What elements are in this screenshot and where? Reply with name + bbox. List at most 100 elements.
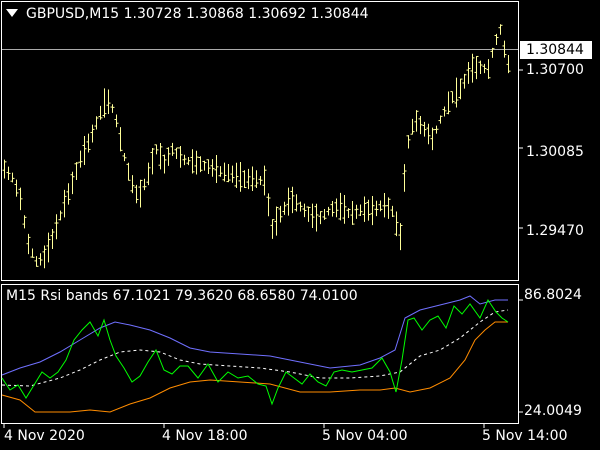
price-bar [262,165,267,196]
price-bar [418,116,423,135]
price-bar [226,164,231,183]
price-bar [422,121,427,137]
price-bar [494,33,499,46]
price-bar [326,206,331,216]
price-bar [394,211,399,237]
indicator-frame [1,284,519,424]
price-bar [98,105,103,120]
price-bar [166,147,171,166]
price-bar [290,186,295,214]
time-label-1: 4 Nov 2020 [4,428,85,444]
price-bar [70,171,75,195]
price-bar [230,165,235,183]
price-bar [458,78,463,100]
price-bar [82,136,87,166]
price-bar [218,166,223,177]
price-bar [146,162,151,186]
price-bar [306,206,311,222]
price-bar [314,203,319,232]
price-label-3: 1.29470 [526,223,584,239]
price-bar [222,162,227,182]
price-bar [506,55,511,74]
price-bar [2,159,7,179]
price-bar [346,208,351,219]
axis-ticks [3,69,523,428]
price-bar [318,211,323,225]
price-bar [390,205,395,218]
price-bar [138,179,143,208]
price-bar [66,183,71,205]
price-bar [202,160,207,171]
indicator-max-label: 86.8024 [524,287,582,303]
rsi-bands-lines [1,295,509,413]
price-bar [162,154,167,174]
price-bar [258,175,263,186]
price-bar [50,228,55,250]
price-label-1: 1.30700 [526,62,584,78]
price-bar [130,175,135,194]
price-bar [298,201,303,212]
price-bar [350,201,355,225]
price-bar [250,166,255,192]
current-price-tag: 1.30844 [520,41,592,59]
price-bar [278,205,283,223]
price-bar [194,150,199,175]
price-bar [286,187,291,216]
price-bar [198,156,203,173]
price-bar [242,170,247,188]
time-label-3: 5 Nov 04:00 [322,428,408,444]
price-bar [110,104,115,113]
price-bar [30,248,35,258]
price-bar [402,164,407,192]
price-bar [398,223,403,251]
price-bar [182,154,187,166]
price-bar [266,193,271,217]
price-bar [302,203,307,218]
price-bar [446,91,451,115]
price-bar [42,245,47,269]
price-bar [134,184,139,204]
price-bar [122,153,127,162]
price-bar [246,168,251,190]
price-bar [6,166,11,181]
price-bar [366,199,371,221]
price-bar [254,170,259,188]
price-bar [294,194,299,212]
price-bar [498,24,503,35]
price-bar [158,143,163,170]
price-bar [478,60,483,75]
price-bar [170,142,175,156]
price-bar [426,123,431,145]
price-bar [14,179,19,197]
price-bar [414,110,419,132]
price-bar [102,88,107,118]
price-bar [374,200,379,217]
price-bar [214,155,219,183]
main-chart-frame [1,1,519,281]
price-bar [378,200,383,212]
price-bar [154,144,159,155]
chart-canvas [1,1,523,428]
price-bar [18,187,23,211]
triangle-down-icon[interactable] [6,9,18,17]
price-bar [190,149,195,174]
price-bar [486,59,491,79]
price-bar [90,124,95,143]
price-bar [406,135,411,149]
price-bar [282,201,287,215]
price-label-2: 1.30085 [526,144,584,160]
price-bar [430,127,435,151]
price-bar [482,63,487,74]
price-bar [466,61,471,84]
price-bar [62,189,67,218]
price-bar [474,55,479,80]
price-bar [370,195,375,226]
indicator-min-label: 24.0049 [524,403,582,419]
price-bar [438,115,443,124]
price-bar [382,193,387,218]
price-bar [234,162,239,189]
price-bar [362,196,367,222]
price-bar [38,253,43,266]
price-bar [114,114,119,128]
price-bar [74,162,79,181]
